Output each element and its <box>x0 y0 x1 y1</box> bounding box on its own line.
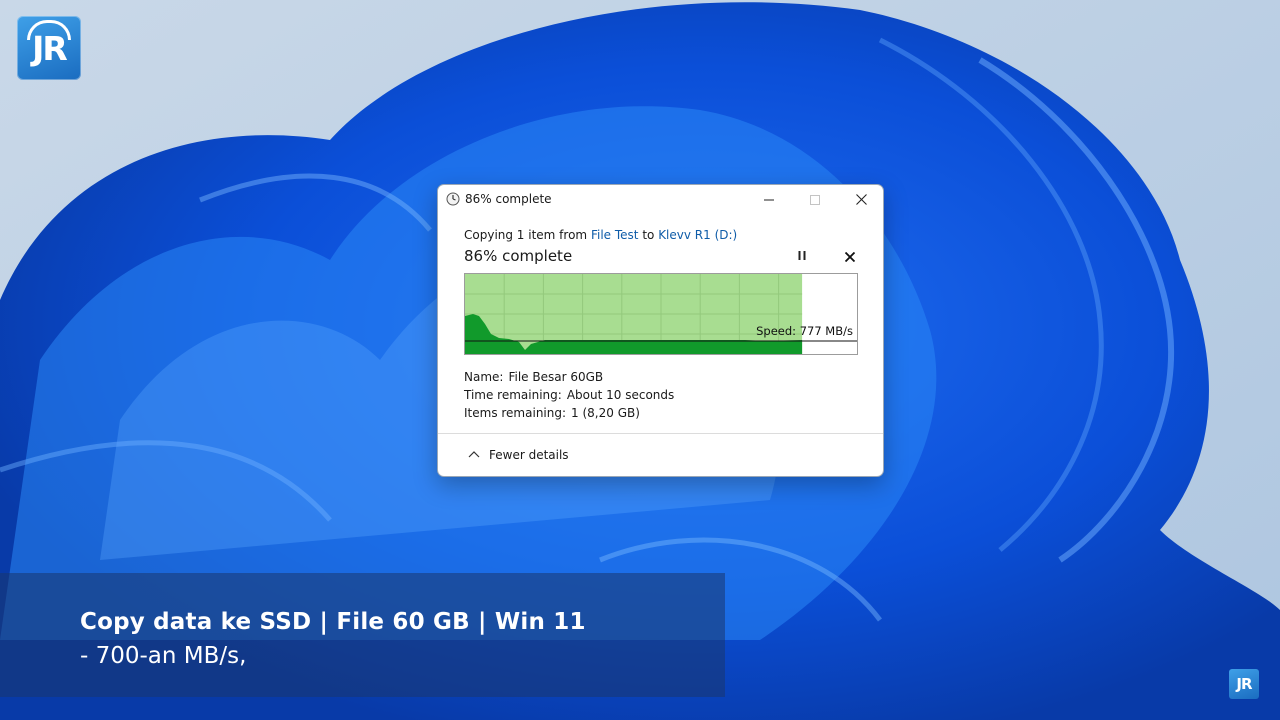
copying-prefix: Copying 1 item from <box>464 228 588 242</box>
logo-text-small: JR <box>1236 675 1252 693</box>
name-label: Name: <box>464 370 504 384</box>
minimize-icon <box>764 199 774 200</box>
cancel-icon <box>844 251 856 263</box>
copying-description: Copying 1 item from File Test to Klevv R… <box>464 228 737 242</box>
jr-logo-small: JR <box>1229 669 1259 699</box>
speed-chart <box>465 274 857 354</box>
window-title: 86% complete <box>465 192 552 206</box>
destination-link[interactable]: Klevv R1 (D:) <box>658 228 737 242</box>
source-link[interactable]: File Test <box>591 228 639 242</box>
close-icon <box>855 194 867 205</box>
time-value: About 10 seconds <box>566 388 675 402</box>
divider <box>438 433 883 434</box>
time-label: Time remaining: <box>464 388 562 402</box>
detail-items: Items remaining: 1 (8,20 GB) <box>464 404 674 422</box>
chevron-up-icon <box>468 451 480 458</box>
caption-line-2: - 700-an MB/s, <box>80 643 247 669</box>
file-copy-dialog: 86% complete Copying 1 item from File Te… <box>437 184 884 477</box>
video-caption: Copy data ke SSD | File 60 GB | Win 11 -… <box>0 573 725 697</box>
speed-label: Speed: 777 MB/s <box>756 324 853 338</box>
items-label: Items remaining: <box>464 406 567 420</box>
fewer-details-label: Fewer details <box>489 448 569 462</box>
copying-to: to <box>642 228 655 242</box>
progress-status: 86% complete <box>464 247 573 265</box>
pause-icon <box>798 251 806 260</box>
fewer-details-button[interactable]: Fewer details <box>468 448 569 462</box>
minimize-button[interactable] <box>746 185 792 214</box>
pause-button[interactable] <box>792 249 812 267</box>
items-value: 1 (8,20 GB) <box>571 406 640 420</box>
transfer-speed-graph: Speed: 777 MB/s <box>464 273 858 355</box>
maximize-button[interactable] <box>792 185 838 214</box>
title-bar[interactable]: 86% complete <box>438 185 883 215</box>
maximize-icon <box>810 194 820 205</box>
clock-icon <box>446 192 460 206</box>
caption-line-1: Copy data ke SSD | File 60 GB | Win 11 <box>80 609 586 635</box>
detail-name: Name: File Besar 60GB <box>464 368 674 386</box>
details-panel: Name: File Besar 60GB Time remaining: Abou… <box>464 368 674 422</box>
jr-logo: JR <box>17 16 81 80</box>
name-value: File Besar 60GB <box>508 370 604 384</box>
cancel-button[interactable] <box>840 247 860 267</box>
logo-text: JR <box>32 29 68 68</box>
detail-time: Time remaining: About 10 seconds <box>464 386 674 404</box>
close-button[interactable] <box>838 185 883 214</box>
